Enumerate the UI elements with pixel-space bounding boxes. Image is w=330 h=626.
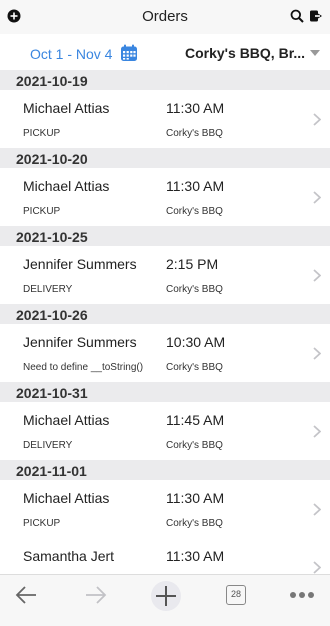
order-type: DELIVERY <box>23 284 73 295</box>
order-time: 11:30 AM <box>166 548 225 564</box>
order-time: 11:30 AM <box>166 178 225 194</box>
order-row[interactable]: Jennifer Summers 10:30 AM Need to define… <box>0 324 330 382</box>
order-row[interactable]: Michael Attias 11:30 AM PICKUP Corky's B… <box>0 168 330 226</box>
order-time: 10:30 AM <box>166 334 226 350</box>
order-time: 11:45 AM <box>166 412 225 428</box>
store-name: Corky's BBQ <box>166 128 223 139</box>
store-name: Corky's BBQ <box>166 284 223 295</box>
chevron-down-icon[interactable] <box>310 50 320 56</box>
chevron-right-icon <box>313 113 321 126</box>
orders-list[interactable]: 2021-10-19 Michael Attias 11:30 AM PICKU… <box>0 70 330 574</box>
new-order-button[interactable] <box>151 581 181 611</box>
calendar-icon[interactable] <box>120 44 138 62</box>
order-group: 2021-10-31 Michael Attias 11:45 AM DELIV… <box>0 382 330 460</box>
order-group: 2021-10-25 Jennifer Summers 2:15 PM DELI… <box>0 226 330 304</box>
customer-name: Samantha Jert <box>23 548 115 564</box>
customer-name: Michael Attias <box>23 412 110 428</box>
customer-name: Jennifer Summers <box>23 256 137 272</box>
customer-name: Michael Attias <box>23 178 110 194</box>
store-name: Corky's BBQ <box>166 206 223 217</box>
back-arrow-icon[interactable] <box>14 585 38 605</box>
order-type: Need to define __toString() <box>23 362 144 373</box>
order-type: PICKUP <box>23 128 61 139</box>
store-name: Corky's BBQ <box>166 440 223 451</box>
chevron-right-icon <box>313 503 321 516</box>
order-row[interactable]: Michael Attias 11:30 AM PICKUP Corky's B… <box>0 90 330 148</box>
more-icon[interactable] <box>289 591 315 599</box>
order-group: 2021-10-26 Jennifer Summers 10:30 AM Nee… <box>0 304 330 382</box>
chevron-right-icon <box>313 347 321 360</box>
order-row[interactable]: Jennifer Summers 2:15 PM DELIVERY Corky'… <box>0 246 330 304</box>
order-group: 2021-11-01 Michael Attias 11:30 AM PICKU… <box>0 460 330 574</box>
customer-name: Jennifer Summers <box>23 334 137 350</box>
date-header: 2021-11-01 <box>0 460 330 480</box>
order-type: PICKUP <box>23 518 61 529</box>
chevron-right-icon <box>313 191 321 204</box>
date-range-selector[interactable]: Oct 1 - Nov 4 <box>30 46 112 62</box>
order-time: 2:15 PM <box>166 256 219 272</box>
order-type: PICKUP <box>23 206 61 217</box>
order-group: 2021-10-20 Michael Attias 11:30 AM PICKU… <box>0 148 330 226</box>
customer-name: Michael Attias <box>23 100 110 116</box>
search-icon[interactable] <box>290 9 304 23</box>
chevron-right-icon <box>313 269 321 282</box>
date-header: 2021-10-20 <box>0 148 330 168</box>
order-type: DELIVERY <box>23 440 73 451</box>
filter-bar: Oct 1 - Nov 4 Corky's BBQ, Br... <box>0 34 330 70</box>
chevron-right-icon <box>313 425 321 438</box>
store-name: Corky's BBQ <box>166 362 223 373</box>
date-header: 2021-10-19 <box>0 70 330 90</box>
order-time: 11:30 AM <box>166 100 225 116</box>
order-row[interactable]: Samantha Jert 11:30 AM <box>0 538 330 574</box>
date-header: 2021-10-31 <box>0 382 330 402</box>
logout-icon[interactable] <box>309 9 323 23</box>
forward-arrow-icon[interactable] <box>84 585 108 605</box>
chevron-right-icon <box>313 561 321 574</box>
order-row[interactable]: Michael Attias 11:45 AM DELIVERY Corky's… <box>0 402 330 460</box>
plus-icon <box>156 586 176 606</box>
location-selector[interactable]: Corky's BBQ, Br... <box>185 45 305 61</box>
store-name: Corky's BBQ <box>166 518 223 529</box>
order-row[interactable]: Michael Attias 11:30 AM PICKUP Corky's B… <box>0 480 330 538</box>
date-header: 2021-10-25 <box>0 226 330 246</box>
order-time: 11:30 AM <box>166 490 225 506</box>
customer-name: Michael Attias <box>23 490 110 506</box>
order-group: 2021-10-19 Michael Attias 11:30 AM PICKU… <box>0 70 330 148</box>
date-header: 2021-10-26 <box>0 304 330 324</box>
today-button[interactable]: 28 <box>226 585 246 605</box>
page-title: Orders <box>142 8 188 25</box>
bottom-toolbar: 28 <box>0 574 330 626</box>
app-header: Orders <box>0 0 330 34</box>
